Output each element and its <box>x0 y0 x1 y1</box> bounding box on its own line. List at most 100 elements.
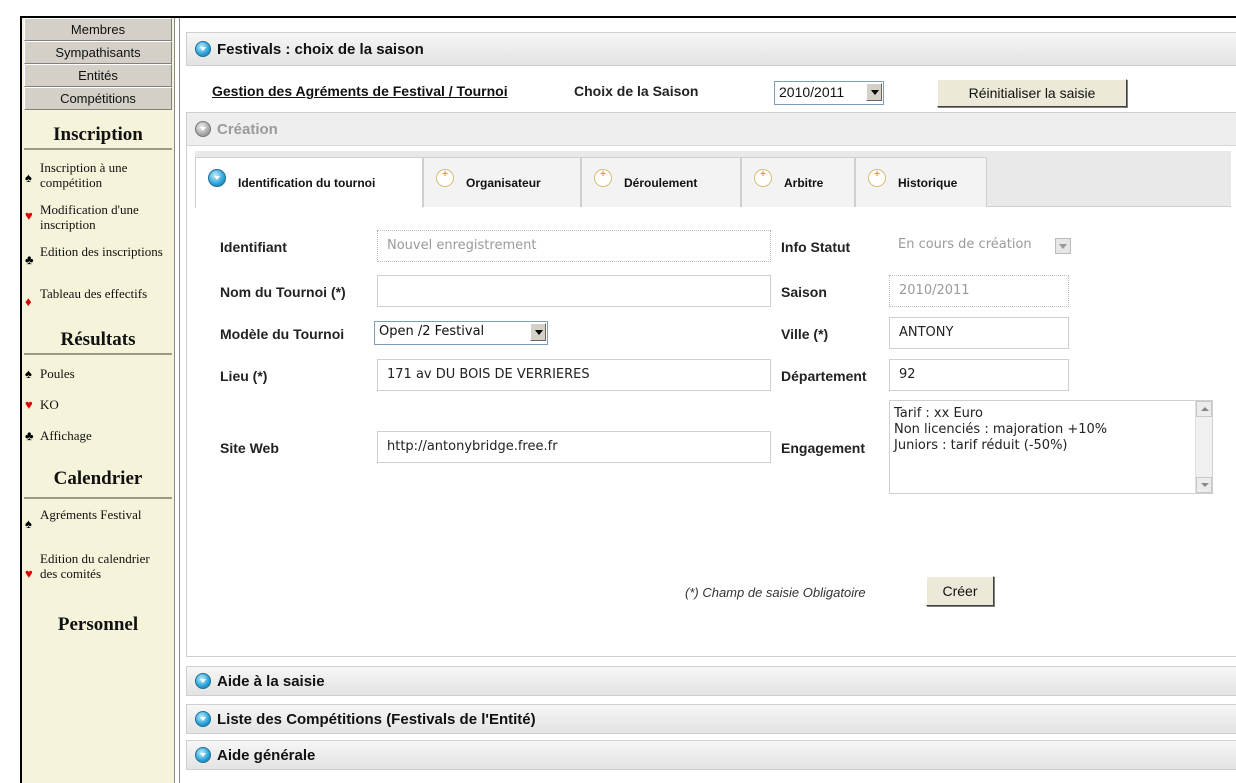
tab-historique[interactable]: Historique <box>855 157 987 207</box>
heart-icon: ♥ <box>25 397 33 412</box>
festivals-header[interactable]: Festivals : choix de la saison <box>186 32 1236 66</box>
modele-tournoi-select[interactable]: Open /2 Festival <box>374 321 548 345</box>
sidebar-item-edition-calendrier[interactable]: ♥ Edition du calendrier des comités <box>22 546 174 606</box>
tab-identification[interactable]: Identification du tournoi <box>195 157 423 208</box>
scroll-up-icon[interactable] <box>1196 401 1212 417</box>
creation-panel: Création Identification du tournoi Organ… <box>186 112 1236 657</box>
tab-label: Arbitre <box>784 175 824 190</box>
tab-label: Historique <box>898 175 958 190</box>
required-note: (*) Champ de saisie Obligatoire <box>685 585 866 600</box>
identifiant-label: Identifiant <box>220 239 287 255</box>
chevron-down-icon <box>866 83 882 101</box>
saison-field: 2010/2011 <box>889 275 1069 307</box>
departement-input[interactable]: 92 <box>889 359 1069 391</box>
modele-tournoi-label: Modèle du Tournoi <box>220 326 345 342</box>
page-frame: Membres Sympathisants Entités Compétitio… <box>20 16 1236 783</box>
nom-tournoi-input[interactable] <box>377 275 771 307</box>
engagement-label: Engagement <box>781 440 866 456</box>
engagement-line: Tarif : xx Euro <box>894 406 983 421</box>
tab-organisateur[interactable]: Organisateur <box>423 157 581 207</box>
sidebar: Membres Sympathisants Entités Compétitio… <box>22 18 174 783</box>
departement-label: Département <box>781 368 867 384</box>
sidebar-item-affichage[interactable]: ♣ Affichage <box>22 423 174 454</box>
expand-icon <box>195 747 211 763</box>
expand-icon <box>195 711 211 727</box>
sidebar-item-poules[interactable]: ♠ Poules <box>22 361 174 392</box>
main-content: Festivals : choix de la saison Gestion d… <box>182 18 1236 783</box>
engagement-textarea[interactable]: Tarif : xx Euro Non licenciés : majorati… <box>889 400 1213 494</box>
saison-row: Gestion des Agréments de Festival / Tour… <box>186 76 1236 112</box>
ville-label: Ville (*) <box>781 326 829 342</box>
section-title: Aide générale <box>217 746 316 764</box>
sidebar-item-tableau-effectifs[interactable]: ♦ Tableau des effectifs <box>22 281 174 323</box>
spade-icon: ♠ <box>25 366 32 381</box>
club-icon: ♣ <box>25 252 34 267</box>
tab-arbitre[interactable]: Arbitre <box>741 157 855 207</box>
section-title: Liste des Compétitions (Festivals de l'E… <box>217 710 536 728</box>
sidebar-item-label: Edition des inscriptions <box>40 244 163 259</box>
choix-saison-label: Choix de la Saison <box>574 83 699 99</box>
aide-saisie-header[interactable]: Aide à la saisie <box>186 666 1236 696</box>
ville-input[interactable]: ANTONY <box>889 317 1069 349</box>
competitions-button[interactable]: Compétitions <box>24 87 172 110</box>
membres-button[interactable]: Membres <box>24 18 172 41</box>
section-title-resultats: Résultats <box>24 323 172 355</box>
identification-form: Identifiant Nouvel enregistrement Nom du… <box>195 208 1231 653</box>
plus-icon <box>868 168 886 187</box>
sidebar-item-label: Tableau des effectifs <box>40 286 148 301</box>
sidebar-item-inscription-competition[interactable]: ♠ Inscription à une compétition <box>22 155 174 197</box>
identifiant-field: Nouvel enregistrement <box>377 230 771 262</box>
creer-button[interactable]: Créer <box>926 576 994 606</box>
club-icon: ♣ <box>25 428 34 443</box>
sidebar-divider[interactable] <box>174 18 180 783</box>
tab-deroulement[interactable]: Déroulement <box>581 157 741 207</box>
sidebar-item-edition-inscriptions[interactable]: ♣ Edition des inscriptions <box>22 239 174 281</box>
section-title-personnel: Personnel <box>57 614 139 635</box>
site-web-input[interactable]: http://antonybridge.free.fr <box>377 431 771 463</box>
expand-icon <box>195 673 211 689</box>
sidebar-item-label: Agréments Festival <box>40 507 142 522</box>
engagement-line: Juniors : tarif réduit (-50%) <box>894 438 1068 453</box>
tab-label: Organisateur <box>466 175 541 190</box>
site-web-label: Site Web <box>220 440 279 456</box>
aide-generale-header[interactable]: Aide générale <box>186 740 1236 770</box>
saison-select[interactable]: 2010/2011 <box>774 81 884 105</box>
tab-label: Identification du tournoi <box>238 176 376 190</box>
sidebar-item-ko[interactable]: ♥ KO <box>22 392 174 423</box>
liste-competitions-header[interactable]: Liste des Compétitions (Festivals de l'E… <box>186 704 1236 734</box>
engagement-scrollbar[interactable] <box>1195 401 1212 493</box>
modele-select-value: Open /2 Festival <box>379 324 485 339</box>
section-title-inscription: Inscription <box>24 110 172 150</box>
sidebar-item-label: Poules <box>40 366 75 381</box>
sympathisants-button[interactable]: Sympathisants <box>24 41 172 64</box>
sidebar-item-label: Inscription à une compétition <box>40 160 128 190</box>
tab-bar: Identification du tournoi Organisateur D… <box>195 151 1231 208</box>
sidebar-item-agrements-festival[interactable]: ♠ Agréments Festival <box>22 502 174 546</box>
info-statut-value: En cours de création <box>898 237 1032 252</box>
section-title-calendrier: Calendrier <box>24 454 172 499</box>
spade-icon: ♠ <box>25 170 32 185</box>
collapse-icon <box>195 121 211 137</box>
saison-select-value: 2010/2011 <box>779 84 845 100</box>
nom-tournoi-label: Nom du Tournoi (*) <box>220 284 346 300</box>
tab-active-icon <box>208 169 226 187</box>
heart-icon: ♥ <box>25 208 33 223</box>
sidebar-item-label: KO <box>40 397 59 412</box>
info-statut-label: Info Statut <box>781 239 851 255</box>
plus-icon <box>594 168 612 187</box>
lieu-input[interactable]: 171 av DU BOIS DE VERRIERES <box>377 359 771 391</box>
diamond-icon: ♦ <box>25 294 32 309</box>
plus-icon <box>754 168 772 187</box>
page-title: Festivals : choix de la saison <box>217 40 424 58</box>
collapse-icon <box>195 41 211 57</box>
reset-button[interactable]: Réinitialiser la saisie <box>937 79 1127 107</box>
plus-icon <box>436 168 454 187</box>
creation-header[interactable]: Création <box>187 113 1236 146</box>
gestion-agrements-link[interactable]: Gestion des Agréments de Festival / Tour… <box>212 83 508 99</box>
entites-button[interactable]: Entités <box>24 64 172 87</box>
engagement-line: Non licenciés : majoration +10% <box>894 422 1108 437</box>
sidebar-item-modification-inscription[interactable]: ♥ Modification d'une inscription <box>22 197 174 239</box>
info-statut-field: En cours de création <box>889 230 1079 262</box>
scroll-down-icon[interactable] <box>1196 477 1212 493</box>
lieu-label: Lieu (*) <box>220 368 268 384</box>
